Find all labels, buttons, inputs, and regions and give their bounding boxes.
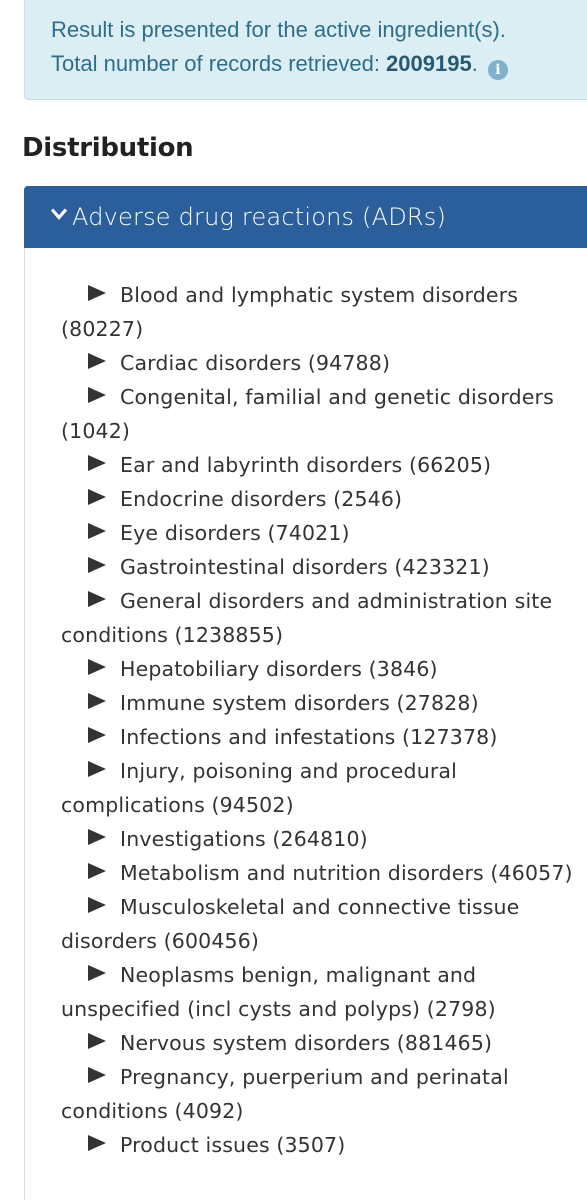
soc-tree-item[interactable]: General disorders and administration sit… [61, 584, 581, 652]
soc-item-count: (74021) [267, 521, 350, 545]
adr-panel-header[interactable]: Adverse drug reactions (ADRs) [24, 186, 587, 248]
soc-tree-item[interactable]: Investigations (264810) [61, 822, 581, 856]
soc-item-count: (264810) [272, 827, 368, 851]
soc-item-label[interactable]: Neoplasms benign, malignant and unspecif… [61, 963, 476, 1021]
soc-item-label[interactable]: Immune system disorders [120, 691, 390, 715]
triangle-right-icon[interactable] [88, 523, 106, 539]
triangle-right-icon[interactable] [88, 659, 106, 675]
triangle-right-icon[interactable] [88, 863, 106, 879]
adr-panel-title: Adverse drug reactions (ADRs) [72, 203, 447, 231]
soc-item-count: (423321) [394, 555, 490, 579]
triangle-right-icon[interactable] [88, 285, 106, 301]
soc-tree-item[interactable]: Nervous system disorders (881465) [61, 1026, 581, 1060]
soc-tree-item[interactable]: Pregnancy, puerperium and perinatal cond… [61, 1060, 581, 1128]
triangle-right-icon[interactable] [88, 727, 106, 743]
soc-tree: Blood and lymphatic system disorders (80… [61, 278, 581, 1162]
triangle-right-icon[interactable] [88, 387, 106, 403]
soc-tree-item[interactable]: Cardiac disorders (94788) [61, 346, 581, 380]
triangle-right-icon[interactable] [88, 1135, 106, 1151]
soc-item-count: (600456) [163, 929, 260, 953]
soc-item-count: (4092) [174, 1099, 244, 1123]
chevron-down-icon [51, 208, 67, 220]
triangle-right-icon[interactable] [88, 489, 106, 505]
soc-tree-item[interactable]: Blood and lymphatic system disorders (80… [61, 278, 581, 346]
triangle-right-icon[interactable] [88, 965, 106, 981]
info-line-2-suffix: . [471, 51, 478, 76]
triangle-right-icon[interactable] [88, 1033, 106, 1049]
soc-tree-item[interactable]: Ear and labyrinth disorders (66205) [61, 448, 581, 482]
soc-tree-item[interactable]: Hepatobiliary disorders (3846) [61, 652, 581, 686]
soc-item-label[interactable]: Metabolism and nutrition disorders [120, 861, 484, 885]
triangle-right-icon[interactable] [88, 761, 106, 777]
distribution-heading: Distribution [22, 133, 194, 163]
soc-item-label[interactable]: Congenital, familial and genetic disorde… [120, 385, 554, 409]
triangle-right-icon[interactable] [88, 455, 106, 471]
soc-tree-item[interactable]: Congenital, familial and genetic disorde… [61, 380, 581, 448]
soc-item-count: (80227) [61, 317, 144, 341]
info-line-2: Total number of records retrieved: 20091… [51, 47, 587, 81]
soc-item-count: (27828) [396, 691, 479, 715]
soc-item-count: (1042) [61, 419, 131, 443]
triangle-right-icon[interactable] [88, 693, 106, 709]
soc-item-label[interactable]: Hepatobiliary disorders [120, 657, 362, 681]
soc-item-label[interactable]: Cardiac disorders [120, 351, 301, 375]
soc-item-label[interactable]: Pregnancy, puerperium and perinatal cond… [61, 1065, 509, 1123]
soc-item-label[interactable]: Eye disorders [120, 521, 261, 545]
soc-item-count: (2798) [426, 997, 496, 1021]
soc-item-count: (66205) [408, 453, 492, 477]
triangle-right-icon[interactable] [88, 557, 106, 573]
soc-tree-item[interactable]: Eye disorders (74021) [61, 516, 581, 550]
soc-item-count: (127378) [402, 725, 498, 749]
soc-item-count: (1238855) [174, 623, 284, 647]
triangle-right-icon[interactable] [88, 591, 106, 607]
info-circle-icon[interactable]: i [487, 60, 508, 80]
soc-item-label[interactable]: Blood and lymphatic system disorders [120, 283, 518, 307]
triangle-right-icon[interactable] [88, 1067, 106, 1083]
triangle-right-icon[interactable] [88, 829, 106, 845]
soc-item-label[interactable]: Endocrine disorders [120, 487, 327, 511]
soc-tree-item[interactable]: Metabolism and nutrition disorders (4605… [61, 856, 581, 890]
soc-item-label[interactable]: Investigations [120, 827, 266, 851]
soc-tree-item[interactable]: Product issues (3507) [61, 1128, 581, 1162]
soc-item-count: (2546) [333, 487, 403, 511]
soc-tree-item[interactable]: Infections and infestations (127378) [61, 720, 581, 754]
soc-item-count: (94788) [307, 351, 391, 375]
soc-item-count: (881465) [396, 1031, 493, 1055]
soc-tree-item[interactable]: Endocrine disorders (2546) [61, 482, 581, 516]
soc-tree-item[interactable]: Injury, poisoning and procedural complic… [61, 754, 581, 822]
soc-item-count: (3846) [368, 657, 438, 681]
soc-item-label[interactable]: Musculoskeletal and connective tissue di… [61, 895, 519, 953]
total-records-count: 2009195 [386, 51, 472, 76]
soc-item-label[interactable]: Gastrointestinal disorders [120, 555, 388, 579]
triangle-right-icon[interactable] [88, 897, 106, 913]
soc-tree-item[interactable]: Musculoskeletal and connective tissue di… [61, 890, 581, 958]
soc-item-count: (3507) [276, 1133, 346, 1157]
page: Result is presented for the active ingre… [0, 0, 587, 1200]
soc-item-label[interactable]: Nervous system disorders [120, 1031, 390, 1055]
info-alert: Result is presented for the active ingre… [24, 0, 587, 100]
soc-tree-item[interactable]: Immune system disorders (27828) [61, 686, 581, 720]
soc-tree-item[interactable]: Gastrointestinal disorders (423321) [61, 550, 581, 584]
soc-item-label[interactable]: Product issues [120, 1133, 270, 1157]
triangle-right-icon[interactable] [88, 353, 106, 369]
soc-item-label[interactable]: General disorders and administration sit… [61, 589, 552, 647]
soc-tree-item[interactable]: Neoplasms benign, malignant and unspecif… [61, 958, 581, 1026]
soc-item-label[interactable]: Ear and labyrinth disorders [120, 453, 402, 477]
soc-item-count: (46057) [490, 861, 573, 885]
soc-item-label[interactable]: Infections and infestations [120, 725, 396, 749]
info-line-2-prefix: Total number of records retrieved: [51, 51, 387, 76]
info-line-1: Result is presented for the active ingre… [51, 17, 506, 42]
soc-item-count: (94502) [211, 793, 294, 817]
